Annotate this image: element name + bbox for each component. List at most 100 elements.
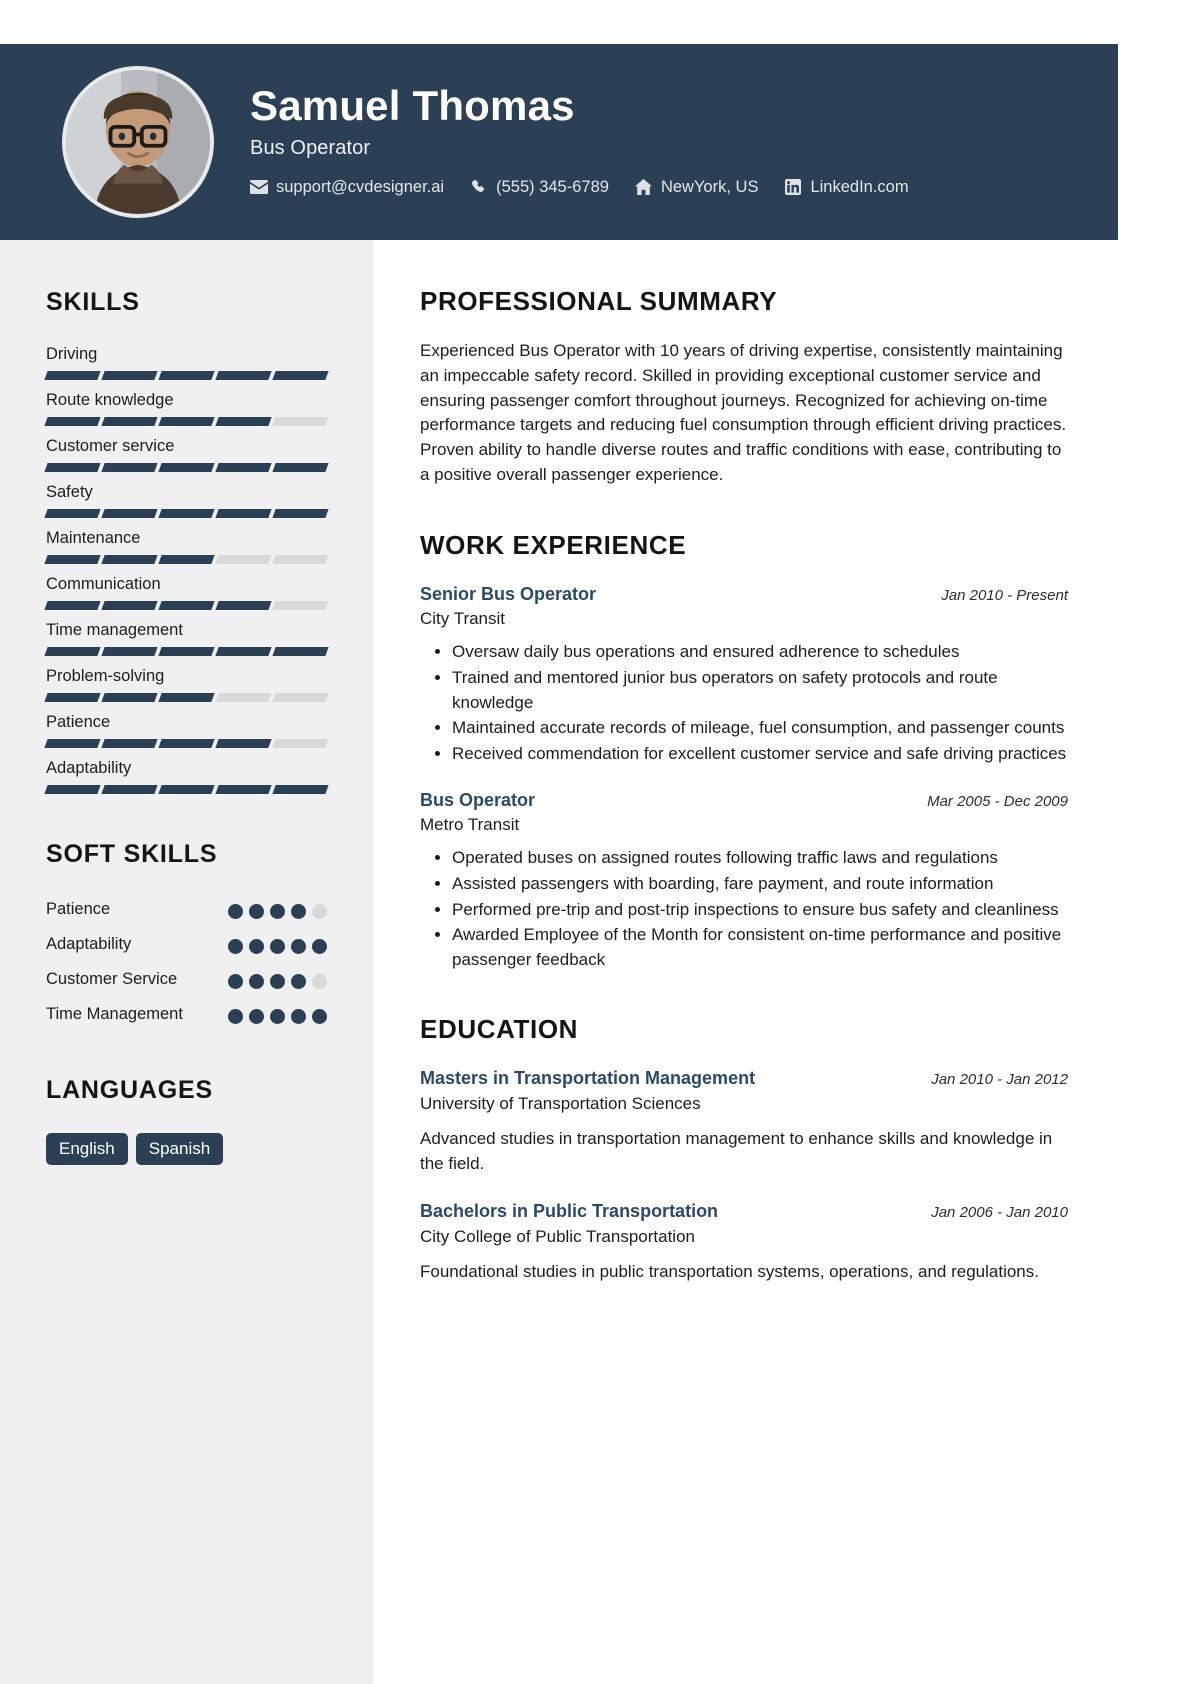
rating-dot (270, 938, 285, 954)
soft-skill-rating (228, 897, 327, 919)
resume-header: Samuel Thomas Bus Operator support@cvdes… (0, 44, 1118, 240)
skill-bar-segment (158, 554, 215, 564)
summary-heading: PROFESSIONAL SUMMARY (420, 286, 778, 316)
skill-bar-segment (272, 600, 329, 610)
skill-bar-segment (272, 692, 329, 702)
soft-skill-label: Time Management (46, 1004, 183, 1023)
list-item: Oversaw daily bus operations and ensured… (452, 640, 1068, 665)
summary-text: Experienced Bus Operator with 10 years o… (420, 341, 1067, 485)
experience-title: Bus Operator (420, 789, 536, 810)
rating-dot (291, 938, 306, 954)
skill-label: Problem-solving (46, 666, 165, 685)
experience-heading: WORK EXPERIENCE (420, 529, 687, 560)
experience-entry: Bus Operator Mar 2005 - Dec 2009 Metro Tra… (420, 789, 1068, 973)
skill-bar-segment (272, 554, 329, 564)
rating-dot (291, 903, 306, 919)
rating-dot (312, 1008, 327, 1024)
rating-dot (312, 938, 327, 954)
skill-bar-segment (158, 692, 215, 702)
list-item: Performed pre-trip and post-trip inspect… (452, 898, 1068, 923)
skill-bar-segment (215, 738, 272, 748)
list-item: Trained and mentored junior bus operator… (452, 666, 1068, 715)
entry-header: Bachelors in Public Transportation Jan 20… (420, 1200, 1068, 1223)
skill-bar-segment (44, 508, 101, 518)
skill-bar-segment (44, 370, 101, 380)
skill-bar-segment (272, 462, 329, 472)
contact-phone[interactable]: (555) 345-6789 (470, 178, 609, 197)
soft-skill-item: Time Management (46, 1002, 327, 1030)
skill-bar-segment (215, 462, 272, 472)
skill-bar-segment (44, 692, 101, 702)
resume-body: SKILLS Driving Route knowledge Customer se… (0, 240, 1118, 1684)
education-date: Jan 2010 - Jan 2012 (931, 1071, 1068, 1089)
skill-bar-segment (101, 600, 158, 610)
rating-dot (228, 973, 243, 989)
phone-icon (470, 178, 488, 196)
skill-item: Communication (44, 574, 329, 610)
education-entry: Masters in Transportation Management Jan … (420, 1067, 1068, 1176)
rating-dot (291, 1008, 306, 1024)
soft-skill-item: Adaptability (46, 932, 327, 960)
skill-bar (44, 508, 329, 518)
skill-label: Patience (46, 712, 111, 731)
skill-bar-segment (215, 416, 272, 426)
avatar (62, 66, 214, 218)
skill-bar (44, 600, 329, 610)
skills-heading: SKILLS (46, 288, 140, 316)
skill-bar-segment (215, 692, 272, 702)
list-item: Maintained accurate records of mileage, … (452, 716, 1068, 741)
skill-item: Route knowledge (44, 390, 329, 426)
rating-dot (249, 903, 264, 919)
skill-label: Route knowledge (46, 390, 174, 409)
header-text-block: Samuel Thomas Bus Operator support@cvdes… (250, 83, 909, 200)
soft-skills-list: Patience Adaptability Customer Service Time… (46, 897, 327, 1030)
skill-label: Time management (46, 620, 183, 639)
soft-skill-item: Patience (46, 897, 327, 925)
skill-bar-segment (101, 416, 158, 426)
skill-bar-segment (215, 554, 272, 564)
rating-dot (228, 938, 243, 954)
contact-linkedin-text: LinkedIn.com (810, 177, 909, 196)
contact-location-text: NewYork, US (660, 177, 759, 196)
entry-header: Masters in Transportation Management Jan … (420, 1067, 1068, 1090)
skill-bar-segment (44, 738, 101, 748)
skill-label: Communication (46, 574, 161, 593)
rating-dot (249, 1008, 264, 1024)
contact-location[interactable]: NewYork, US (635, 177, 759, 197)
experience-bullets: Operated buses on assigned routes follow… (420, 846, 1068, 972)
experience-date: Jan 2010 - Present (941, 586, 1068, 604)
skill-bar-segment (44, 416, 101, 426)
skill-bar-segment (101, 646, 158, 656)
skill-bar-segment (215, 784, 272, 794)
education-organization: University of Transportation Sciences (420, 1093, 701, 1113)
contact-linkedin[interactable]: LinkedIn.com (784, 177, 909, 197)
skill-bar-segment (158, 738, 215, 748)
skill-bar-segment (215, 370, 272, 380)
skill-item: Patience (44, 712, 329, 748)
entry-header: Senior Bus Operator Jan 2010 - Present (420, 583, 1068, 606)
skill-label: Maintenance (46, 528, 141, 547)
rating-dot (228, 903, 243, 919)
language-tag: English (46, 1132, 128, 1165)
skill-bar-segment (44, 462, 101, 472)
contact-email[interactable]: support@cvdesigner.ai (250, 178, 444, 197)
skill-bar-segment (158, 508, 215, 518)
soft-skill-label: Adaptability (46, 934, 132, 953)
skill-bar-segment (158, 370, 215, 380)
education-entry: Bachelors in Public Transportation Jan 20… (420, 1200, 1068, 1284)
soft-skills-heading: SOFT SKILLS (46, 839, 218, 868)
skill-item: Problem-solving (44, 666, 329, 702)
experience-title: Senior Bus Operator (420, 583, 597, 604)
skill-bar (44, 554, 329, 564)
skill-bar-segment (215, 600, 272, 610)
skill-item: Time management (44, 620, 329, 656)
language-tag: Spanish (135, 1132, 224, 1165)
education-list: Masters in Transportation Management Jan … (420, 1067, 1068, 1284)
skill-bar-segment (101, 370, 158, 380)
soft-skill-rating (228, 967, 327, 989)
skill-bar-segment (158, 784, 215, 794)
rating-dot (270, 1008, 285, 1024)
contact-phone-text: (555) 345-6789 (496, 177, 609, 196)
experience-list: Senior Bus Operator Jan 2010 - Present Cit… (420, 583, 1068, 973)
education-description: Foundational studies in public transport… (420, 1261, 1039, 1281)
